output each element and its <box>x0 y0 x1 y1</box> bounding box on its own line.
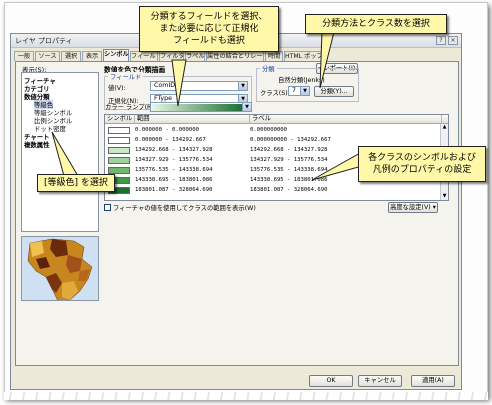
callout-line: 各クラスのシンボルおよび <box>368 153 476 163</box>
callout-symbol-properties: 各クラスのシンボルおよび 凡例のプロパティの設定 <box>358 146 486 182</box>
callout-classification-method: 分類方法とクラス数を選択 <box>305 14 447 34</box>
callout-line: フィールドも選択 <box>173 36 245 46</box>
callout-graduated-colors: [等級色] を選択 <box>37 174 115 192</box>
callout-line: また必要に応じて正規化 <box>159 24 259 34</box>
callout-field-selection: 分類するフィールドを選択、 また必要に応じて正規化 フィールドも選択 <box>139 6 279 52</box>
callout-line: 分類するフィールドを選択、 <box>150 12 268 22</box>
callout-line: 凡例のプロパティの設定 <box>372 165 472 175</box>
callout-pointers <box>51 31 363 181</box>
